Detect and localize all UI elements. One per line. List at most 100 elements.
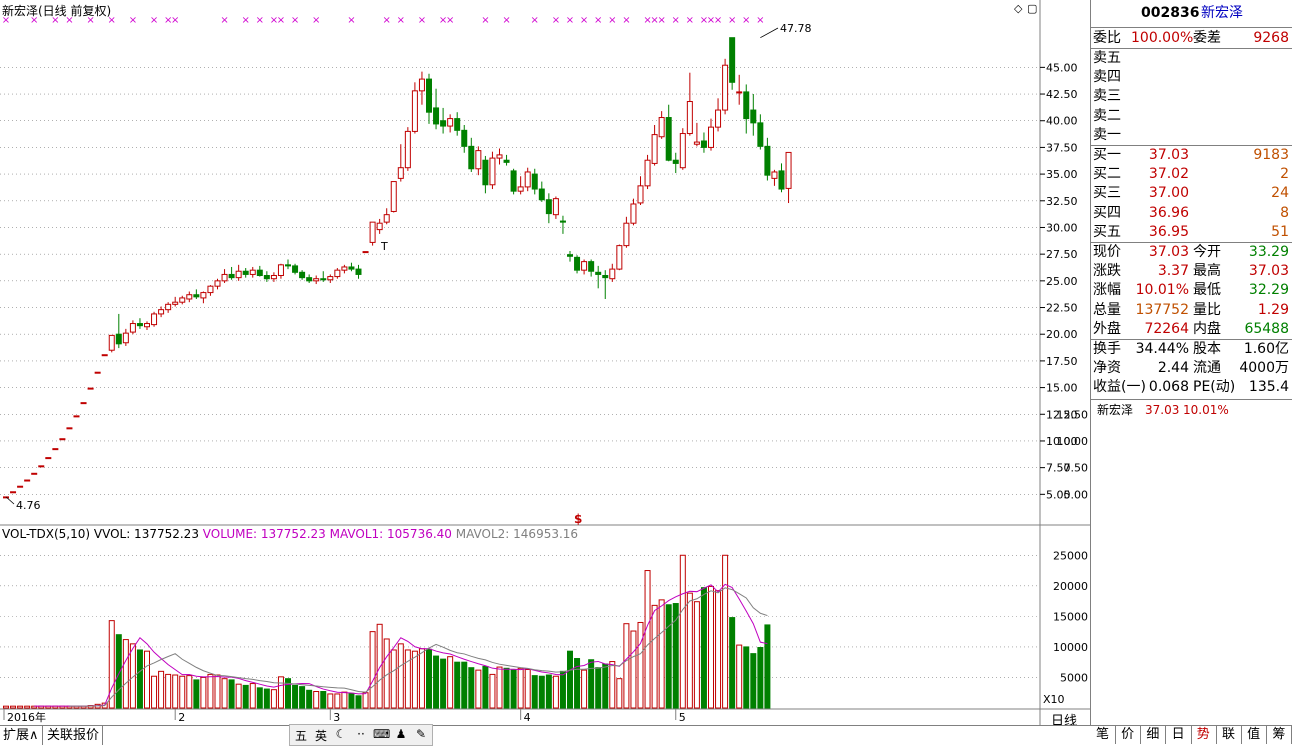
- volume-bar[interactable]: [158, 670, 165, 709]
- volume-bar[interactable]: [581, 669, 588, 709]
- candle[interactable]: [383, 208, 390, 225]
- volume-bar[interactable]: [320, 691, 327, 709]
- volume-bar[interactable]: [228, 679, 235, 709]
- volume-bar[interactable]: [17, 705, 24, 709]
- volume-bar[interactable]: [510, 669, 517, 709]
- candle[interactable]: [94, 371, 101, 374]
- volume-bar[interactable]: [693, 601, 700, 709]
- volume-bar[interactable]: [122, 639, 129, 709]
- candle[interactable]: [200, 291, 207, 304]
- volume-bar[interactable]: [249, 683, 256, 709]
- volume-bar[interactable]: [517, 667, 524, 709]
- volume-bar[interactable]: [256, 687, 263, 709]
- volume-bar[interactable]: [496, 666, 503, 709]
- volume-bar[interactable]: [221, 678, 228, 709]
- candle[interactable]: [482, 155, 489, 194]
- volume-bar[interactable]: [411, 650, 418, 709]
- volume-bar[interactable]: [270, 689, 277, 709]
- fin-row[interactable]: 收益(一) 0.068 PE(动) 135.4: [1091, 378, 1292, 397]
- volume-bar[interactable]: [214, 674, 221, 709]
- candle[interactable]: [221, 269, 228, 283]
- candle[interactable]: [87, 387, 94, 390]
- stat-row[interactable]: 涨跌 3.37 最高 37.03: [1091, 262, 1292, 281]
- candle[interactable]: [778, 163, 785, 193]
- volume-bar[interactable]: [144, 650, 150, 709]
- event-mark-t[interactable]: T: [381, 240, 388, 253]
- candle[interactable]: [73, 415, 80, 418]
- candle[interactable]: [538, 181, 545, 202]
- volume-bar[interactable]: [602, 663, 609, 709]
- event-mark-dollar[interactable]: $: [574, 512, 582, 526]
- candle[interactable]: [10, 491, 17, 494]
- candle[interactable]: [108, 334, 115, 353]
- expand-button[interactable]: 扩展∧: [0, 726, 43, 745]
- volume-bar[interactable]: [334, 693, 341, 709]
- volume-bar[interactable]: [764, 624, 771, 709]
- candle[interactable]: [510, 168, 517, 195]
- window-toggle-icon[interactable]: ▢: [1027, 2, 1037, 15]
- volume-bar[interactable]: [151, 675, 158, 709]
- stat-row[interactable]: 总量 137752 量比 1.29: [1091, 301, 1292, 320]
- volume-bar[interactable]: [729, 617, 736, 709]
- candle[interactable]: [552, 196, 559, 219]
- volume-bar[interactable]: [679, 554, 686, 709]
- candle[interactable]: [24, 479, 31, 482]
- volume-bar[interactable]: [665, 604, 672, 709]
- candle[interactable]: [489, 151, 496, 190]
- volume-bar[interactable]: [376, 623, 383, 709]
- candle[interactable]: [545, 193, 552, 224]
- candle[interactable]: [348, 262, 355, 272]
- volume-bar[interactable]: [722, 554, 729, 709]
- volume-bar[interactable]: [609, 661, 616, 709]
- candle[interactable]: [609, 263, 616, 282]
- volume-bar[interactable]: [24, 705, 31, 709]
- toolbar-item-0[interactable]: 五: [293, 727, 309, 744]
- candle[interactable]: [524, 167, 531, 192]
- candle[interactable]: [256, 265, 263, 277]
- minute-tab-3[interactable]: 日: [1166, 725, 1192, 744]
- volume-bar[interactable]: [136, 649, 143, 709]
- candle[interactable]: [771, 169, 778, 186]
- candle[interactable]: [426, 73, 432, 124]
- volume-bar[interactable]: [644, 570, 651, 709]
- volume-bar[interactable]: [292, 684, 299, 709]
- toolbar-item-5[interactable]: ♟: [393, 727, 409, 741]
- volume-bar[interactable]: [207, 673, 214, 709]
- sell-level-2[interactable]: 卖二: [1091, 107, 1292, 126]
- volume-bar[interactable]: [426, 648, 432, 709]
- candle[interactable]: [158, 306, 165, 318]
- stat-row[interactable]: 涨幅 10.01% 最低 32.29: [1091, 281, 1292, 300]
- candle[interactable]: [574, 255, 581, 274]
- volume-bar[interactable]: [524, 669, 531, 709]
- minute-tab-0[interactable]: 笔: [1090, 725, 1116, 744]
- candle[interactable]: [736, 74, 743, 105]
- candle[interactable]: [242, 268, 249, 278]
- candle[interactable]: [179, 295, 186, 305]
- volume-bar[interactable]: [545, 674, 552, 709]
- candle[interactable]: [644, 154, 651, 190]
- candle[interactable]: [433, 88, 440, 130]
- candle[interactable]: [207, 285, 214, 296]
- volume-bar[interactable]: [433, 655, 440, 709]
- minute-tab-5[interactable]: 联: [1216, 725, 1242, 744]
- volume-bar[interactable]: [200, 676, 207, 709]
- volume-bar[interactable]: [404, 649, 411, 709]
- candle[interactable]: [715, 98, 722, 132]
- candle[interactable]: [693, 122, 700, 147]
- candle[interactable]: [320, 271, 327, 282]
- toolbar-item-3[interactable]: ··: [353, 727, 369, 741]
- buy-level-1[interactable]: 买一 37.03 9183: [1091, 146, 1292, 165]
- candle[interactable]: [59, 438, 66, 441]
- candle[interactable]: [151, 311, 158, 327]
- candle[interactable]: [517, 176, 524, 195]
- volume-bar[interactable]: [10, 705, 17, 709]
- volume-bar[interactable]: [193, 679, 200, 709]
- candle[interactable]: [567, 250, 573, 262]
- volume-bar[interactable]: [313, 691, 320, 709]
- volume-bar[interactable]: [595, 667, 602, 709]
- candle[interactable]: [390, 181, 397, 213]
- volume-bar[interactable]: [743, 646, 750, 709]
- volume-bar[interactable]: [700, 587, 707, 709]
- candle[interactable]: [785, 151, 792, 204]
- candle[interactable]: [637, 176, 644, 206]
